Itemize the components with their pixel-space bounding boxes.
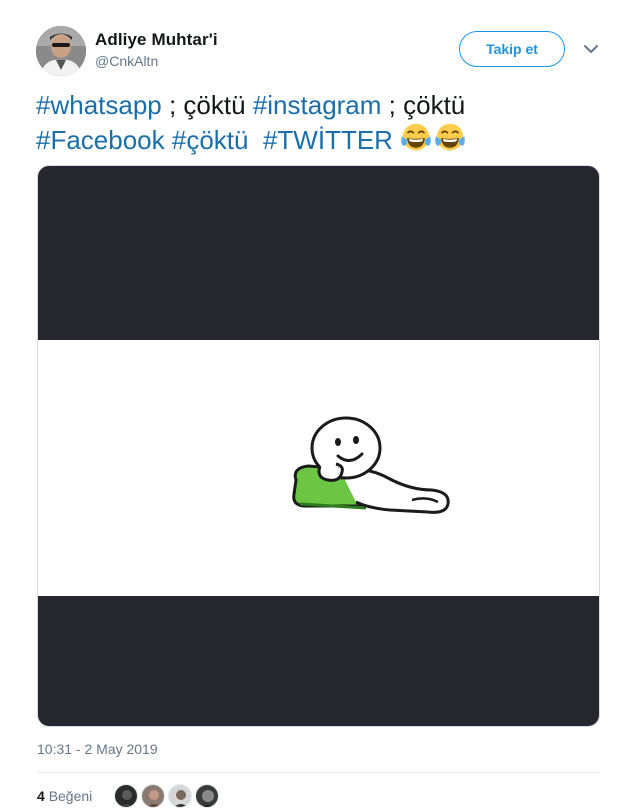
tweet-text-fragment: ; çöktü <box>161 90 253 120</box>
tweet-text-fragment: ; çöktü <box>381 90 466 120</box>
author-avatar[interactable] <box>36 26 86 76</box>
hashtag-link[interactable]: #instagram <box>253 90 382 120</box>
hashtag-link[interactable]: #çöktü <box>172 125 249 155</box>
liker-avatar[interactable] <box>168 784 192 808</box>
tweet-text-fragment <box>165 125 172 155</box>
liker-avatar[interactable] <box>141 784 165 808</box>
face-with-tears-of-joy-icon <box>435 123 466 151</box>
face-with-tears-of-joy-icon <box>401 123 432 151</box>
lounging-character-illustration-icon <box>292 416 450 514</box>
profile-photo-icon <box>36 26 86 76</box>
follow-button[interactable]: Takip et <box>459 31 565 67</box>
author-name[interactable]: Adliye Muhtar'i <box>95 30 218 50</box>
tweet-timestamp[interactable]: 10:31 - 2 May 2019 <box>37 741 158 757</box>
likes-number: 4 <box>37 788 45 804</box>
emoji-group <box>400 122 466 154</box>
likes-label: Beğeni <box>48 788 93 804</box>
tweet: Adliye Muhtar'i @CnkAltn Takip et #whats… <box>0 0 635 810</box>
tweet-line-1: #whatsapp ; çöktü #instagram ; çöktü <box>36 88 616 122</box>
tweet-text-fragment <box>249 125 263 155</box>
liker-avatars <box>114 784 219 808</box>
author-handle[interactable]: @CnkAltn <box>95 53 158 69</box>
hashtag-link[interactable]: #whatsapp <box>36 90 162 120</box>
tweet-text-fragment <box>393 125 400 155</box>
tweet-media[interactable] <box>37 165 600 727</box>
tweet-text: #whatsapp ; çöktü #instagram ; çöktü #Fa… <box>36 88 616 157</box>
liker-avatar[interactable] <box>195 784 219 808</box>
likes-count[interactable]: 4 Beğeni <box>37 788 92 804</box>
liker-avatar[interactable] <box>114 784 138 808</box>
hashtag-link[interactable]: #Facebook <box>36 125 165 155</box>
chevron-down-icon[interactable] <box>582 42 600 56</box>
hashtag-link[interactable]: #TWİTTER <box>263 125 393 155</box>
divider <box>37 772 600 773</box>
tweet-line-2: #Facebook #çöktü #TWİTTER <box>36 122 616 157</box>
